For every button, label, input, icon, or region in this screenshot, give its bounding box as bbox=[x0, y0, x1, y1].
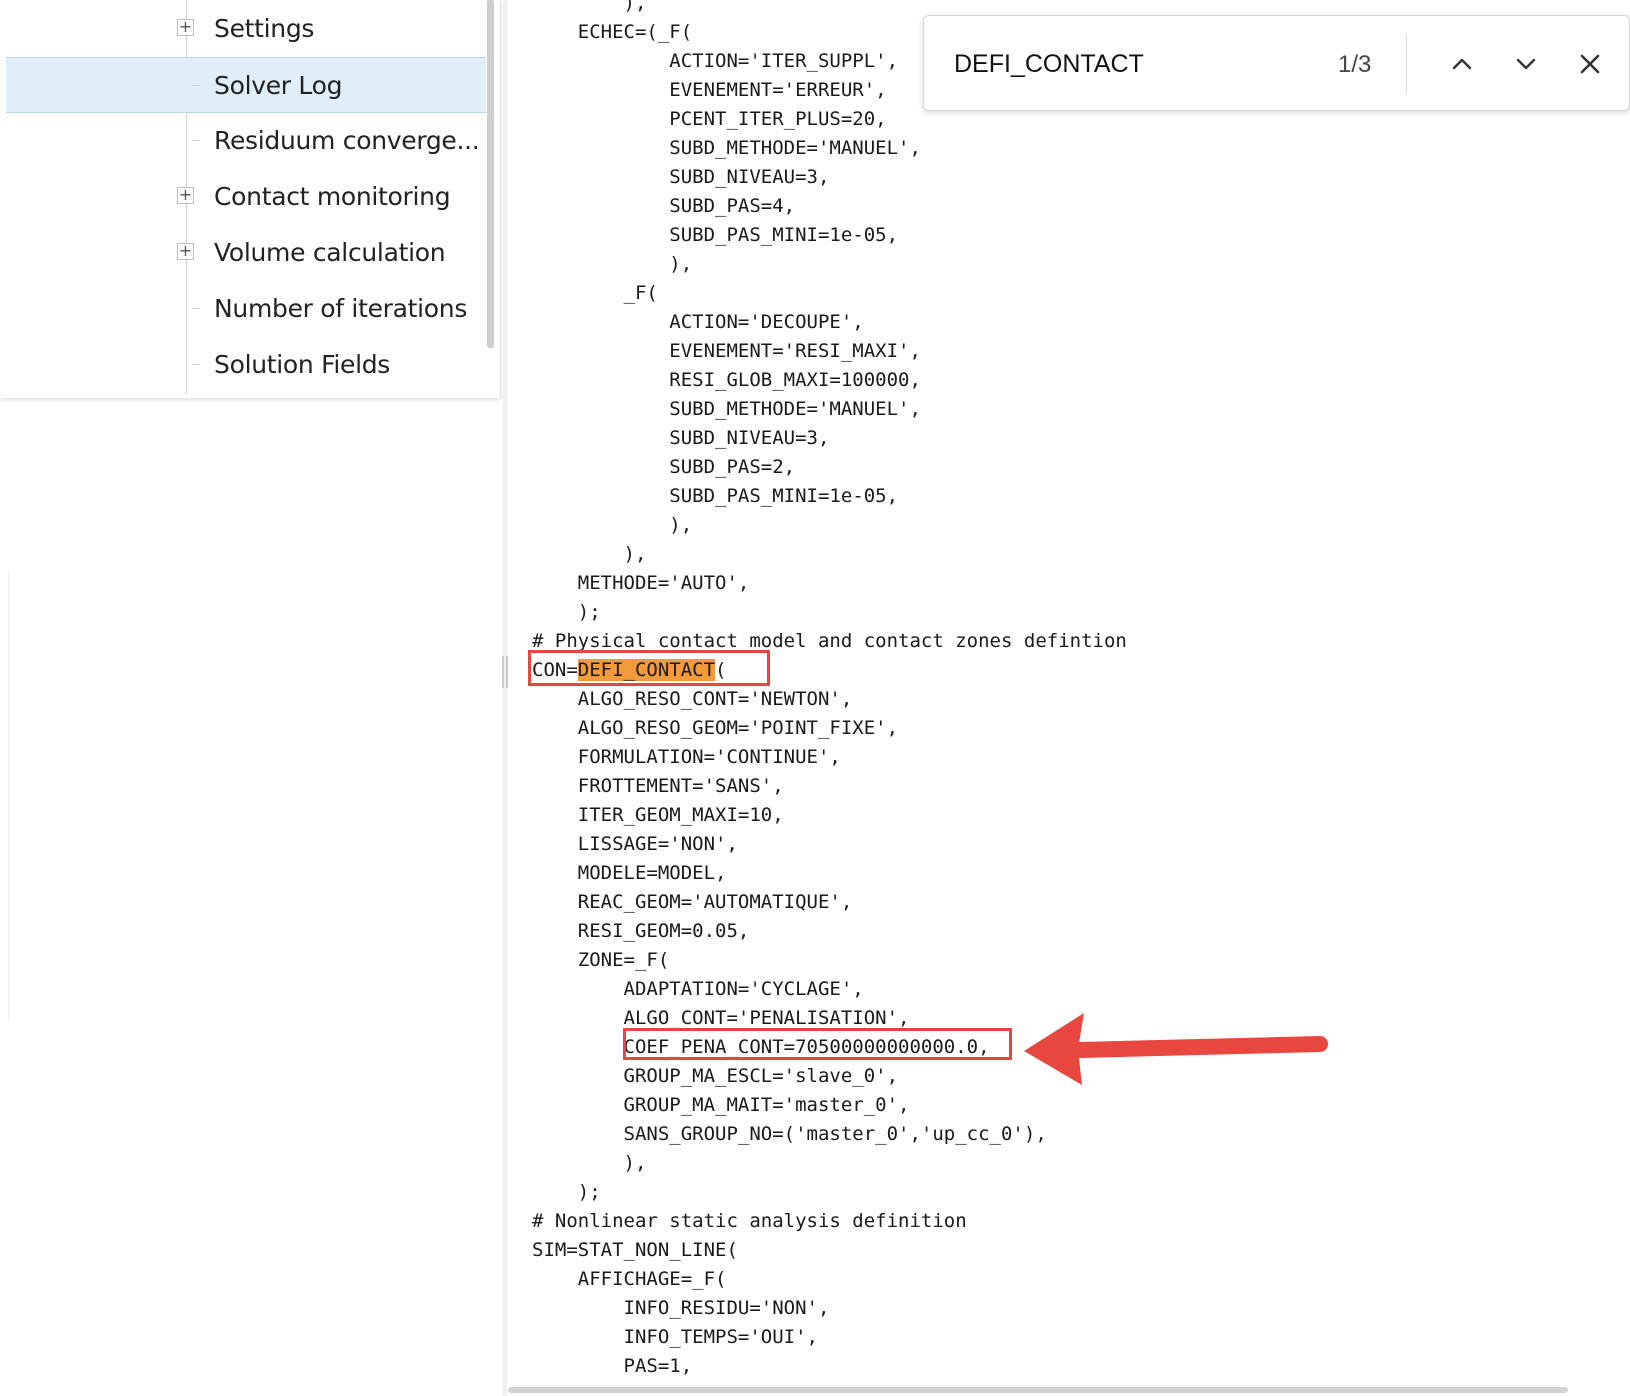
code-line: SIM=STAT_NON_LINE( bbox=[532, 1239, 738, 1261]
tree-panel: + Settings Solver Log Residuum converge... +… bbox=[0, 0, 501, 398]
code-line: ), bbox=[532, 543, 647, 565]
code-line: RESI_GEOM=0.05, bbox=[532, 920, 750, 942]
find-separator bbox=[1406, 34, 1407, 94]
code-line: SUBD_PAS_MINI=1e-05, bbox=[532, 224, 899, 246]
code-line: SUBD_PAS_MINI=1e-05, bbox=[532, 485, 899, 507]
code-line: FROTTEMENT='SANS', bbox=[532, 775, 784, 797]
tree-connector bbox=[192, 308, 200, 309]
code-line: ALGO_RESO_CONT='NEWTON', bbox=[532, 688, 853, 710]
code-line: RESI_GLOB_MAXI=100000, bbox=[532, 369, 921, 391]
search-match-highlight: DEFI_CONTACT bbox=[577, 659, 716, 681]
code-line: SUBD_PAS=4, bbox=[532, 195, 796, 217]
code-line: # Physical contact model and contact zon… bbox=[532, 630, 1127, 652]
find-previous-button[interactable] bbox=[1442, 44, 1482, 84]
find-bar: 1/3 bbox=[923, 15, 1630, 111]
code-lines: ), ECHEC=(_F( ACTION='ITER_SUPPL', EVENE… bbox=[532, 0, 1127, 1390]
code-line: SUBD_NIVEAU=3, bbox=[532, 427, 830, 449]
tree-item-label: Solver Log bbox=[214, 71, 343, 100]
code-line: ); bbox=[532, 1181, 601, 1203]
tree-item[interactable]: + Contact monitoring bbox=[6, 169, 486, 225]
tree-scrollbar[interactable] bbox=[487, 0, 494, 348]
code-line: LISSAGE='NON', bbox=[532, 833, 738, 855]
expand-plus-icon[interactable]: + bbox=[177, 187, 194, 204]
chevron-up-icon bbox=[1452, 58, 1472, 70]
tree-item-label: Volume calculation bbox=[214, 238, 446, 267]
tree-item[interactable]: Solution Fields bbox=[6, 337, 486, 393]
tree-item[interactable]: Solver Log bbox=[6, 57, 486, 113]
tree-connector bbox=[192, 140, 200, 141]
find-input[interactable] bbox=[954, 44, 1284, 84]
code-line: ITER_GEOM_MAXI=10, bbox=[532, 804, 784, 826]
code-line: _F( bbox=[532, 282, 658, 304]
tree-item[interactable]: Number of iterations bbox=[6, 281, 486, 337]
tree-item-label: Residuum converge... bbox=[214, 126, 480, 155]
code-line: INFO_RESIDU='NON', bbox=[532, 1297, 830, 1319]
code-line: ADAPTATION='CYCLAGE', bbox=[532, 978, 864, 1000]
panel-splitter[interactable] bbox=[503, 0, 507, 1396]
code-line: CON=DEFI_CONTACT( bbox=[532, 656, 1127, 685]
code-line: ); bbox=[532, 601, 601, 623]
horizontal-scrollbar[interactable] bbox=[508, 1387, 1568, 1393]
code-line: GROUP_MA_MAIT='master_0', bbox=[532, 1094, 910, 1116]
tree-item-label: Number of iterations bbox=[214, 294, 468, 323]
find-next-button[interactable] bbox=[1506, 44, 1546, 84]
code-line: ALGO_RESO_GEOM='POINT_FIXE', bbox=[532, 717, 899, 739]
tree-connector bbox=[192, 85, 200, 86]
code-line: SUBD_PAS=2, bbox=[532, 456, 796, 478]
tree-item[interactable]: + Volume calculation bbox=[6, 225, 486, 281]
code-line: SUBD_NIVEAU=3, bbox=[532, 166, 830, 188]
tree-item-label: Contact monitoring bbox=[214, 182, 451, 211]
code-line: METHODE='AUTO', bbox=[532, 572, 750, 594]
code-text: CON= bbox=[532, 659, 578, 681]
code-line: MODELE=MODEL, bbox=[532, 862, 727, 884]
code-line: AFFICHAGE=_F( bbox=[532, 1268, 727, 1290]
code-line: EVENEMENT='RESI_MAXI', bbox=[532, 340, 921, 362]
code-line: FORMULATION='CONTINUE', bbox=[532, 746, 841, 768]
tree-item-label: Settings bbox=[214, 14, 315, 43]
code-line: ), bbox=[532, 253, 693, 275]
code-line: ACTION='DECOUPE', bbox=[532, 311, 864, 333]
annotation-arrow-icon bbox=[1024, 1013, 1328, 1085]
code-line: ZONE=_F( bbox=[532, 949, 670, 971]
expand-plus-icon[interactable]: + bbox=[177, 243, 194, 260]
left-gutter bbox=[0, 572, 9, 1020]
chevron-down-icon bbox=[1516, 58, 1536, 70]
tree-item-label: Solution Fields bbox=[214, 350, 391, 379]
code-line: INFO_TEMPS='OUI', bbox=[532, 1326, 818, 1348]
code-line: REAC_GEOM='AUTOMATIQUE', bbox=[532, 891, 853, 913]
code-line: SANS_GROUP_NO=('master_0','up_cc_0'), bbox=[532, 1123, 1047, 1145]
code-line: ), bbox=[532, 1152, 647, 1174]
tree-connector bbox=[192, 364, 200, 365]
solver-log-code-view: ), ECHEC=(_F( ACTION='ITER_SUPPL', EVENE… bbox=[508, 0, 1630, 1390]
find-match-count: 1/3 bbox=[1338, 51, 1372, 78]
code-line: PAS=1, bbox=[532, 1355, 693, 1377]
tree-item[interactable]: + Settings bbox=[6, 1, 486, 57]
close-icon bbox=[1580, 54, 1600, 74]
expand-plus-icon[interactable]: + bbox=[177, 19, 194, 36]
code-text: ( bbox=[715, 659, 727, 681]
code-line: SUBD_METHODE='MANUEL', bbox=[532, 137, 921, 159]
code-line: SUBD_METHODE='MANUEL', bbox=[532, 398, 921, 420]
tree-item[interactable]: Residuum converge... bbox=[6, 113, 486, 169]
code-line: ), bbox=[532, 514, 693, 536]
find-close-button[interactable] bbox=[1570, 44, 1610, 84]
code-line: # Nonlinear static analysis definition bbox=[532, 1210, 967, 1232]
